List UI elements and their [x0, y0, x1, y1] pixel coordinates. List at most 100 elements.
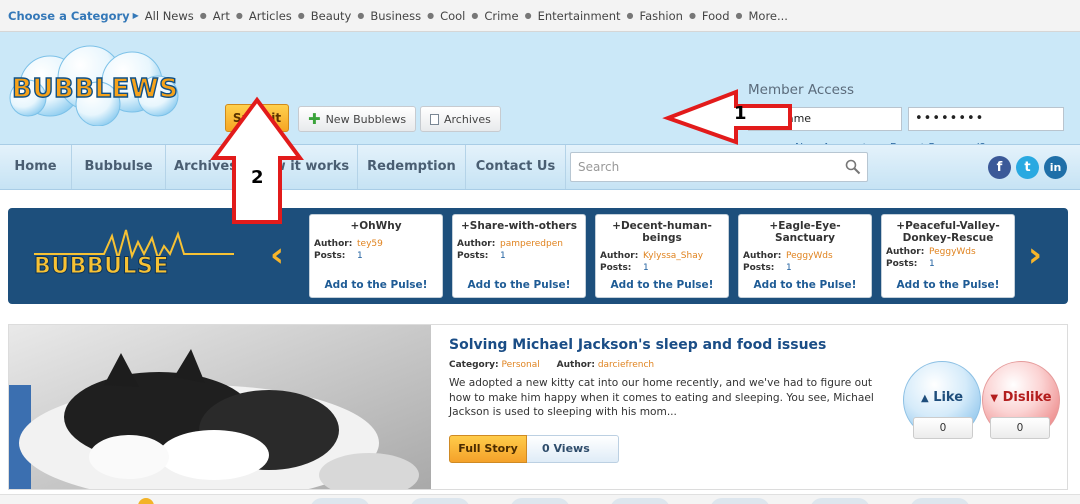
- site-header: BUBBLEWS Submit ✚ New Bubblews Archives …: [0, 32, 1080, 154]
- new-bubblews-label: New Bubblews: [325, 112, 407, 126]
- search-placeholder: Search: [578, 160, 620, 174]
- pulse-card[interactable]: +OhWhy Author: tey59 Posts: 1 Add to the P…: [309, 214, 443, 298]
- pulse-card-title[interactable]: +Peaceful-Valley-Donkey-Rescue: [882, 220, 1014, 244]
- full-story-button[interactable]: Full Story: [449, 435, 527, 463]
- author-key: Author:: [314, 239, 353, 249]
- pulse-card-author[interactable]: tey59: [357, 239, 383, 249]
- pulse-next-arrow[interactable]: ›: [1028, 238, 1042, 272]
- pulse-card[interactable]: +Eagle-Eye-Sanctuary Author: PeggyWds Pos…: [738, 214, 872, 298]
- dislike-label: Dislike: [1002, 390, 1052, 405]
- username-field[interactable]: Username: [748, 107, 902, 131]
- separator-dot: ●: [297, 11, 305, 20]
- category-entertainment[interactable]: Entertainment: [538, 9, 621, 23]
- pulse-prev-arrow[interactable]: ‹: [270, 238, 284, 272]
- password-field[interactable]: ••••••••: [908, 107, 1064, 131]
- category-art[interactable]: Art: [213, 9, 230, 23]
- category-all-news[interactable]: All News: [145, 9, 194, 23]
- pulse-card-meta: Author: PeggyWds Posts: 1: [886, 246, 1014, 270]
- pulse-card-title[interactable]: +OhWhy: [310, 220, 442, 232]
- category-bar: Choose a Category ▶ All News ● Art ● Art…: [0, 0, 1080, 32]
- pulse-card-title[interactable]: +Eagle-Eye-Sanctuary: [739, 220, 871, 244]
- pulse-card-author[interactable]: Kylyssa_Shay: [643, 251, 703, 261]
- carousel-item[interactable]: [910, 498, 970, 504]
- carousel-item[interactable]: [610, 498, 670, 504]
- down-arrow-icon: ▼: [990, 393, 999, 404]
- nav-contact-us[interactable]: Contact Us: [466, 145, 566, 189]
- posts-key: Posts:: [314, 251, 346, 261]
- like-count: 0: [913, 417, 973, 439]
- pulse-card[interactable]: +Peaceful-Valley-Donkey-Rescue Author: Pe…: [881, 214, 1015, 298]
- carousel-item[interactable]: [510, 498, 570, 504]
- new-bubblews-button[interactable]: ✚ New Bubblews: [298, 106, 417, 132]
- up-arrow-icon: ▲: [920, 393, 929, 404]
- nav-archives[interactable]: Archives: [166, 145, 246, 189]
- add-to-pulse-link[interactable]: Add to the Pulse!: [739, 279, 871, 291]
- pulse-card-author[interactable]: PeggyWds: [786, 251, 833, 261]
- category-beauty[interactable]: Beauty: [311, 9, 352, 23]
- separator-dot: ●: [735, 11, 743, 20]
- carousel-item[interactable]: [710, 498, 770, 504]
- category-food[interactable]: Food: [702, 9, 730, 23]
- caret-right-icon: ▶: [132, 11, 139, 20]
- plus-icon: ✚: [308, 110, 321, 128]
- nav-home[interactable]: Home: [0, 145, 72, 189]
- add-to-pulse-link[interactable]: Add to the Pulse!: [453, 279, 585, 291]
- pulse-card-posts: 1: [929, 259, 935, 269]
- kitten-photo[interactable]: [9, 325, 431, 489]
- bubbulse-band: BUBBULSE ‹ › +OhWhy Author: tey59 Posts: 1…: [8, 208, 1068, 304]
- add-to-pulse-link[interactable]: Add to the Pulse!: [882, 279, 1014, 291]
- category-fashion[interactable]: Fashion: [640, 9, 683, 23]
- carousel-item[interactable]: [810, 498, 870, 504]
- story-title-link[interactable]: Solving Michael Jackson's sleep and food…: [449, 337, 826, 353]
- posts-key: Posts:: [886, 259, 918, 269]
- pulse-card-posts: 1: [500, 251, 506, 261]
- add-to-pulse-link[interactable]: Add to the Pulse!: [596, 279, 728, 291]
- category-cool[interactable]: Cool: [440, 9, 465, 23]
- separator-dot: ●: [357, 11, 365, 20]
- bubblews-logo[interactable]: BUBBLEWS: [8, 44, 180, 127]
- category-more[interactable]: More...: [748, 9, 787, 23]
- archives-label: Archives: [444, 112, 491, 126]
- facebook-icon[interactable]: f: [988, 156, 1011, 179]
- story-excerpt: We adopted a new kitty cat into our home…: [449, 377, 874, 418]
- search-input[interactable]: Search: [570, 152, 868, 182]
- pulse-card[interactable]: +Decent-human-beings Author: Kylyssa_Shay…: [595, 214, 729, 298]
- linkedin-icon[interactable]: in: [1044, 156, 1067, 179]
- archives-button[interactable]: Archives: [420, 106, 501, 132]
- pulse-card-author[interactable]: pamperedpen: [500, 239, 563, 249]
- separator-dot: ●: [199, 11, 207, 20]
- carousel-item[interactable]: [410, 498, 470, 504]
- carousel-item[interactable]: [310, 498, 370, 504]
- twitter-icon[interactable]: t: [1016, 156, 1039, 179]
- choose-category-label[interactable]: Choose a Category: [8, 9, 130, 23]
- add-to-pulse-link[interactable]: Add to the Pulse!: [310, 279, 442, 291]
- nav-redemption[interactable]: Redemption: [358, 145, 466, 189]
- submit-button[interactable]: Submit: [225, 104, 289, 132]
- pulse-card-meta: Author: Kylyssa_Shay Posts: 1: [600, 250, 728, 274]
- story-meta: Category: Personal Author: darciefrench: [449, 360, 668, 370]
- category-articles[interactable]: Articles: [249, 9, 292, 23]
- author-key: Author:: [600, 251, 639, 261]
- story-author-link[interactable]: darciefrench: [598, 360, 654, 370]
- pulse-card-author[interactable]: PeggyWds: [929, 247, 976, 257]
- views-count: 0 Views: [527, 435, 619, 463]
- story-category-link[interactable]: Personal: [502, 360, 540, 370]
- annotation-number-2: 2: [251, 167, 264, 188]
- category-key: Category:: [449, 360, 499, 370]
- nav-bubbulse[interactable]: Bubbulse: [72, 145, 166, 189]
- search-icon[interactable]: [845, 159, 861, 175]
- pulse-card-title[interactable]: +Decent-human-beings: [596, 220, 728, 244]
- pulse-card[interactable]: +Share-with-others Author: pamperedpen Po…: [452, 214, 586, 298]
- category-business[interactable]: Business: [370, 9, 421, 23]
- pulse-card-meta: Author: PeggyWds Posts: 1: [743, 250, 871, 274]
- category-crime[interactable]: Crime: [484, 9, 518, 23]
- bubbulse-logo: BUBBULSE: [34, 228, 234, 292]
- pulse-card-title[interactable]: +Share-with-others: [453, 220, 585, 232]
- separator-dot: ●: [235, 11, 243, 20]
- posts-key: Posts:: [600, 263, 632, 273]
- story-card: Solving Michael Jackson's sleep and food…: [8, 324, 1068, 490]
- author-key: Author:: [457, 239, 496, 249]
- pulse-card-posts: 1: [357, 251, 363, 261]
- like-label: Like: [933, 390, 964, 405]
- dislike-count: 0: [990, 417, 1050, 439]
